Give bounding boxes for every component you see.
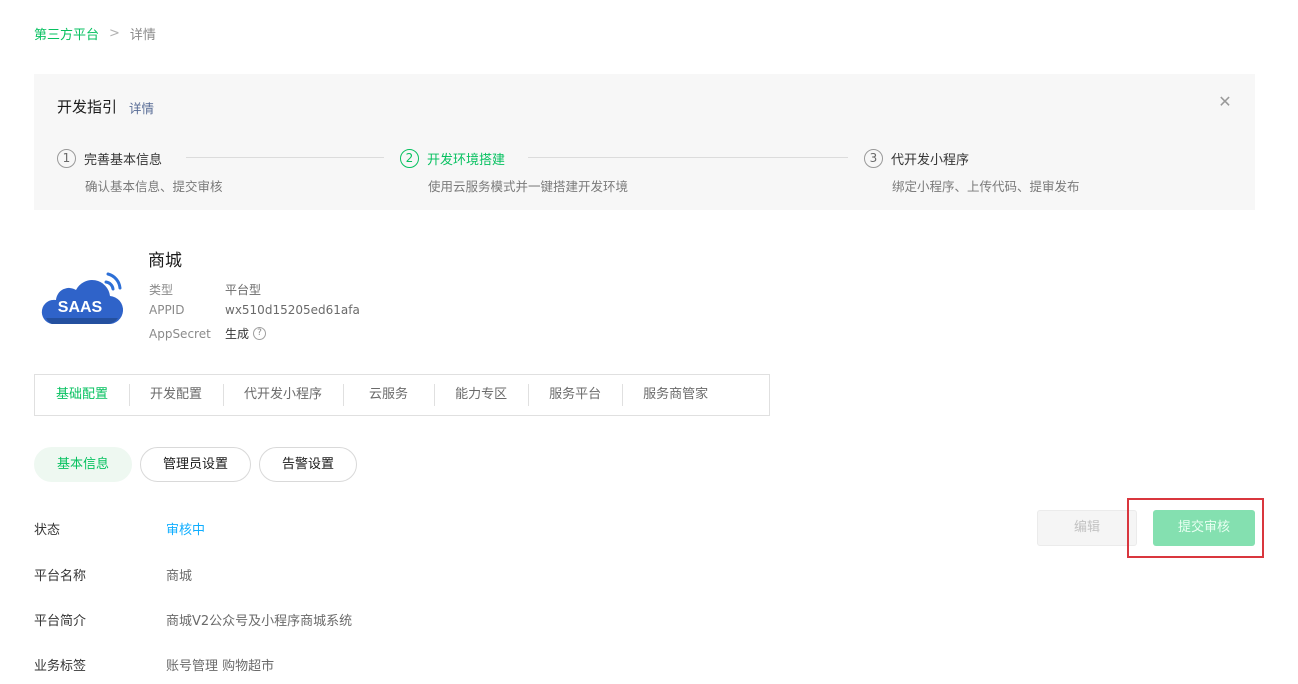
tab-capabilities[interactable]: 能力专区 bbox=[434, 374, 528, 416]
app-name: 商城 bbox=[148, 251, 182, 271]
step-connector bbox=[528, 157, 848, 158]
type-value: 平台型 bbox=[225, 283, 262, 297]
step-number: 1 bbox=[57, 148, 76, 168]
step-title: 开发环境搭建 bbox=[427, 152, 506, 168]
tab-service-platform[interactable]: 服务平台 bbox=[528, 374, 622, 416]
tab-proxy-miniprogram[interactable]: 代开发小程序 bbox=[223, 374, 343, 416]
help-icon[interactable]: ? bbox=[253, 327, 267, 340]
field-platform-name: 平台名称 商城 bbox=[34, 565, 192, 584]
step-number: 2 bbox=[400, 148, 419, 168]
tab-dev-config[interactable]: 开发配置 bbox=[129, 374, 223, 416]
business-tags-value: 账号管理 购物超市 bbox=[166, 659, 275, 674]
chevron-right-icon: > bbox=[109, 26, 120, 41]
tab-cloud-service[interactable]: 云服务 bbox=[343, 374, 434, 416]
secret-label: AppSecret bbox=[149, 326, 211, 341]
info-row-secret: AppSecret 生成 ? bbox=[149, 325, 267, 342]
guide-detail-link[interactable]: 详情 bbox=[129, 98, 154, 117]
subtab-basic-info[interactable]: 基本信息 bbox=[34, 447, 133, 482]
platform-intro-label: 平台简介 bbox=[34, 614, 87, 629]
guide-step-2: 2 开发环境搭建 使用云服务模式并一键搭建开发环境 bbox=[400, 148, 628, 195]
step-description: 确认基本信息、提交审核 bbox=[85, 179, 223, 194]
status-value: 审核中 bbox=[166, 523, 206, 538]
info-row-type: 类型 平台型 bbox=[149, 281, 261, 298]
field-business-tags: 业务标签 账号管理 购物超市 bbox=[34, 655, 274, 674]
sub-tabs: 基本信息 管理员设置 告警设置 bbox=[34, 447, 365, 482]
step-title: 代开发小程序 bbox=[891, 152, 970, 168]
type-label: 类型 bbox=[149, 283, 174, 297]
subtab-admin-settings[interactable]: 管理员设置 bbox=[140, 447, 252, 482]
guide-title: 开发指引 bbox=[57, 98, 118, 116]
info-row-appid: APPID wx510d15205ed61afa bbox=[149, 303, 360, 317]
breadcrumb: 第三方平台 > 详情 bbox=[34, 24, 156, 43]
edit-button[interactable]: 编辑 bbox=[1037, 510, 1137, 546]
breadcrumb-current: 详情 bbox=[129, 28, 156, 43]
field-status: 状态 审核中 bbox=[34, 519, 205, 538]
dev-guide-panel: 开发指引 详情 ✕ 1 完善基本信息 确认基本信息、提交审核 2 开发环境搭建 … bbox=[34, 74, 1255, 210]
saas-cloud-logo: SAAS bbox=[41, 272, 124, 325]
step-number: 3 bbox=[864, 148, 883, 168]
platform-intro-value: 商城V2公众号及小程序商城系统 bbox=[166, 614, 353, 629]
step-description: 使用云服务模式并一键搭建开发环境 bbox=[428, 179, 629, 194]
highlight-annotation-box bbox=[1127, 498, 1264, 558]
close-icon[interactable]: ✕ bbox=[1217, 94, 1233, 110]
platform-name-label: 平台名称 bbox=[34, 569, 87, 584]
tab-service-steward[interactable]: 服务商管家 bbox=[622, 374, 729, 416]
step-description: 绑定小程序、上传代码、提审发布 bbox=[892, 179, 1080, 194]
guide-step-1: 1 完善基本信息 确认基本信息、提交审核 bbox=[57, 148, 223, 195]
platform-name-value: 商城 bbox=[166, 569, 193, 584]
status-label: 状态 bbox=[34, 523, 61, 538]
tab-basic-config[interactable]: 基础配置 bbox=[35, 374, 129, 416]
logo-text: SAAS bbox=[58, 299, 103, 316]
appid-value: wx510d15205ed61afa bbox=[225, 303, 360, 317]
step-connector bbox=[186, 157, 384, 158]
config-tabs: 基础配置 开发配置 代开发小程序 云服务 能力专区 服务平台 服务商管家 bbox=[34, 374, 770, 416]
breadcrumb-parent-link[interactable]: 第三方平台 bbox=[34, 24, 99, 43]
subtab-alert-settings[interactable]: 告警设置 bbox=[259, 447, 358, 482]
field-platform-intro: 平台简介 商城V2公众号及小程序商城系统 bbox=[34, 610, 352, 629]
business-tags-label: 业务标签 bbox=[34, 659, 87, 674]
step-title: 完善基本信息 bbox=[84, 152, 163, 168]
guide-step-3: 3 代开发小程序 绑定小程序、上传代码、提审发布 bbox=[864, 148, 1080, 195]
appid-label: APPID bbox=[149, 303, 185, 317]
generate-secret-link[interactable]: 生成 bbox=[225, 325, 249, 342]
